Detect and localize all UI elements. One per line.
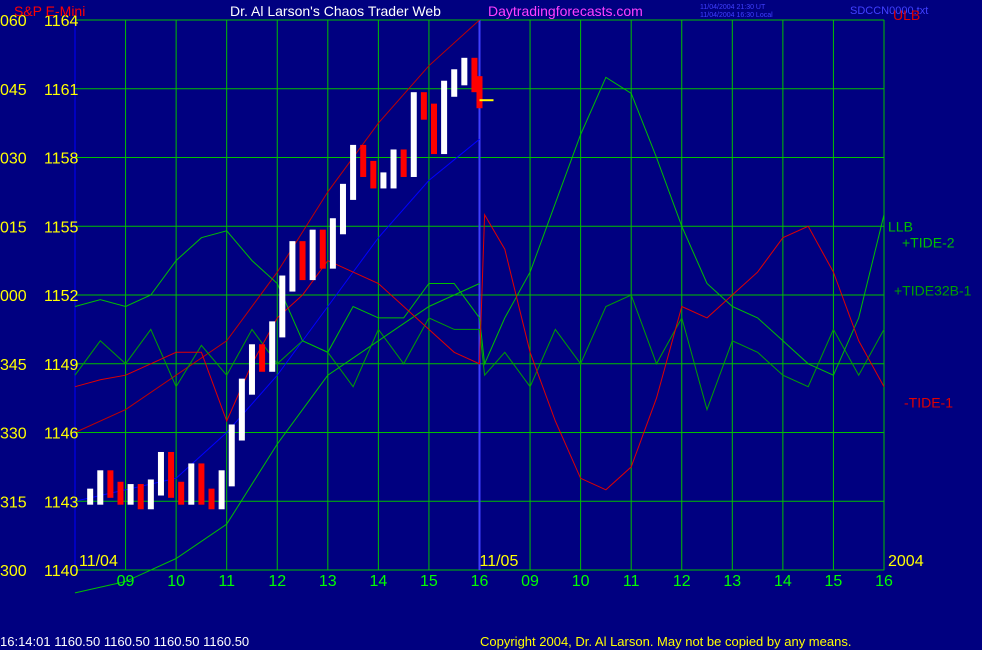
y-tick-angle: 000: [0, 288, 27, 305]
x-tick-label: 13: [319, 573, 337, 590]
x-tick-label: 16: [471, 573, 489, 590]
price-bar: [188, 463, 195, 505]
x-tick-label: 15: [420, 573, 438, 590]
stamp-local: 11/04/2004 16:30 Local: [700, 12, 773, 19]
price-bar: [279, 275, 286, 338]
price-bar: [198, 463, 205, 505]
y-tick-price: 1149: [44, 357, 79, 374]
x-tick-label: 11: [623, 573, 640, 590]
y-tick-price: 1152: [44, 288, 79, 305]
x-tick-label: 09: [117, 573, 135, 590]
date-label: 11/05: [480, 553, 519, 570]
price-bar: [319, 229, 326, 269]
x-tick-label: 14: [369, 573, 387, 590]
x-tick-label: 09: [521, 573, 539, 590]
price-bar: [360, 144, 367, 177]
y-tick-angle: 345: [0, 357, 27, 374]
price-bar: [97, 470, 104, 505]
site-link[interactable]: Daytradingforecasts.com: [488, 3, 643, 19]
ulb-label: ULB: [893, 7, 920, 23]
price-bar: [289, 241, 296, 292]
price-bar: [339, 183, 346, 235]
y-tick-price: 1161: [44, 82, 79, 99]
price-bar: [380, 172, 387, 189]
price-bar: [147, 479, 154, 510]
x-tick-label: 14: [774, 573, 792, 590]
chart-title: Dr. Al Larson's Chaos Trader Web: [230, 3, 441, 19]
x-tick-label: 12: [268, 573, 286, 590]
price-bar: [157, 451, 164, 496]
price-bar: [370, 160, 377, 189]
price-bar: [168, 451, 175, 498]
price-bar: [350, 144, 357, 200]
price-bar: [400, 149, 407, 177]
series-label: -TIDE-1: [904, 395, 953, 411]
y-tick-price: 1140: [44, 563, 79, 580]
y-tick-price: 1143: [44, 494, 79, 511]
x-tick-label: 13: [723, 573, 741, 590]
stamp-ut: 11/04/2004 21:30 UT: [700, 4, 766, 11]
last-quote: 16:14:01 1160.50 1160.50 1160.50 1160.50: [0, 634, 249, 649]
series-label: +TIDE32B-1: [894, 282, 972, 298]
price-bar: [127, 484, 134, 505]
y-tick-angle: 045: [0, 82, 27, 99]
y-tick-angle: 300: [0, 563, 27, 580]
price-bar: [248, 344, 255, 395]
x-tick-label: 10: [572, 573, 590, 590]
x-tick-label: 10: [167, 573, 185, 590]
y-tick-angle: 030: [0, 151, 27, 168]
price-bar: [218, 470, 225, 510]
price-bar: [451, 69, 458, 97]
chart-canvas: 060 1164045 1161030 1158015 1155000 1152345 11…: [0, 0, 982, 650]
price-bar: [228, 424, 235, 487]
price-bar: [259, 344, 266, 372]
price-bar: [461, 57, 468, 86]
x-tick-label: 16: [875, 573, 893, 590]
price-bar: [137, 484, 144, 510]
price-bar: [390, 149, 397, 189]
x-tick-label: 11: [218, 573, 235, 590]
y-tick-angle: 015: [0, 219, 27, 236]
price-bar: [238, 378, 245, 441]
y-tick-angle: 315: [0, 494, 27, 511]
price-bar: [107, 470, 114, 498]
price-bar: [420, 92, 427, 120]
price-bar: [87, 488, 94, 505]
y-tick-price: 1155: [44, 219, 79, 236]
price-bar: [269, 321, 276, 372]
y-tick-price: 1146: [44, 426, 79, 443]
series-label: LLB: [888, 218, 913, 234]
price-bar: [299, 241, 306, 281]
year-label: 2004: [888, 553, 924, 570]
y-tick-price: 1158: [44, 151, 79, 168]
y-tick-angle: 330: [0, 426, 27, 443]
price-bar: [329, 218, 336, 269]
price-bar: [441, 80, 448, 155]
price-bar: [309, 229, 316, 281]
price-bar: [208, 488, 215, 510]
series-label: +TIDE-2: [902, 234, 955, 250]
copyright: Copyright 2004, Dr. Al Larson. May not b…: [480, 634, 851, 649]
x-tick-label: 12: [673, 573, 691, 590]
price-bar: [178, 481, 185, 505]
date-label: 11/04: [79, 553, 118, 570]
symbol-label: S&P E-Mini: [14, 3, 85, 19]
price-bar: [430, 103, 437, 155]
x-tick-label: 15: [825, 573, 843, 590]
price-bar: [117, 481, 124, 505]
price-bar: [476, 76, 483, 109]
price-bar: [410, 92, 417, 177]
